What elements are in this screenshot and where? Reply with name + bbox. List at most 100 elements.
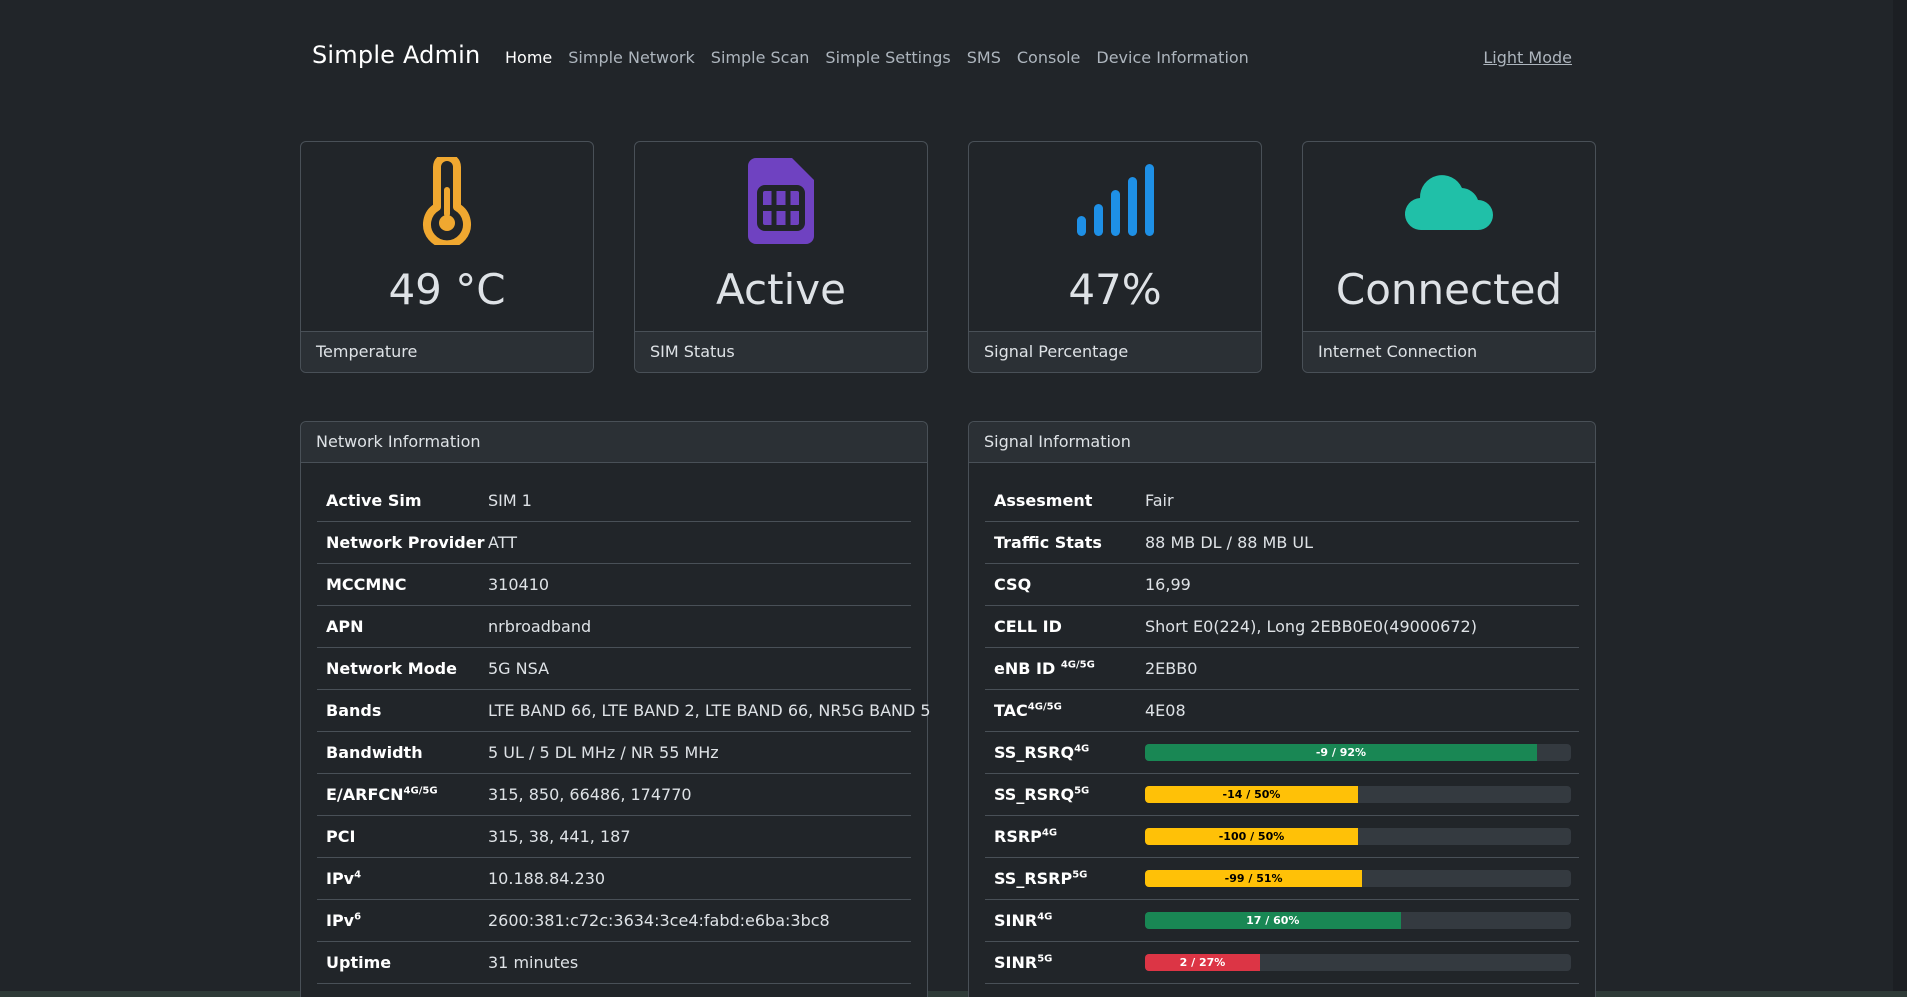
table-row: SS_RSRQ5G -14 / 50% (985, 774, 1579, 816)
light-mode-toggle[interactable]: Light Mode (1483, 48, 1572, 67)
window-bottom-edge (0, 991, 1907, 997)
row-label-text: TAC (994, 701, 1028, 720)
brand-title[interactable]: Simple Admin (312, 41, 480, 69)
table-row: eNB ID 4G/5G 2EBB0 (985, 648, 1579, 690)
sim-card-icon (635, 156, 927, 246)
network-information-title: Network Information (301, 422, 927, 463)
table-row: IPv4 10.188.84.230 (317, 858, 911, 900)
temperature-label: Temperature (301, 331, 593, 372)
row-label: SINR5G (994, 953, 1052, 972)
row-label-text: Active Sim (326, 491, 422, 510)
row-value: 2EBB0 (1145, 659, 1198, 678)
table-row: Network Mode 5G NSA (317, 648, 911, 690)
signal-progress-bar: -99 / 51% (1145, 870, 1363, 887)
temperature-card: 49 °C Temperature (300, 141, 594, 373)
table-row: SS_RSRQ4G -9 / 92% (985, 732, 1579, 774)
table-row: SINR5G 2 / 27% (985, 942, 1579, 984)
signal-percentage-value: 47% (1068, 265, 1162, 314)
row-value: 2600:381:c72c:3634:3ce4:fabd:e6ba:3bc8 (488, 911, 830, 930)
row-label: IPv4 (326, 869, 361, 888)
nav-link-sms[interactable]: SMS (967, 48, 1001, 67)
row-label: IPv6 (326, 911, 361, 930)
row-value: 315, 38, 441, 187 (488, 827, 631, 846)
row-value: LTE BAND 66, LTE BAND 2, LTE BAND 66, NR… (488, 701, 931, 720)
row-value: 31 minutes (488, 953, 579, 972)
row-label-superscript: 4G/5G (403, 785, 438, 797)
nav-link-home[interactable]: Home (505, 48, 552, 67)
row-label-superscript: 4G (1037, 911, 1053, 923)
row-label-text: Bands (326, 701, 382, 720)
nav-link-simple-scan[interactable]: Simple Scan (711, 48, 810, 67)
row-label-text: CELL ID (994, 617, 1062, 636)
row-label-text: Bandwidth (326, 743, 423, 762)
row-value: 16,99 (1145, 575, 1191, 594)
table-row: MCCMNC 310410 (317, 564, 911, 606)
table-row: Uptime 31 minutes (317, 942, 911, 984)
row-label-text: SS_RSRQ (994, 785, 1075, 804)
nav-link-device-information[interactable]: Device Information (1096, 48, 1248, 67)
row-label: SS_RSRQ4G (994, 743, 1089, 762)
signal-percentage-card: 47% Signal Percentage (968, 141, 1262, 373)
row-value: 4E08 (1145, 701, 1186, 720)
internet-connection-label: Internet Connection (1303, 331, 1595, 372)
row-label-text: MCCMNC (326, 575, 407, 594)
signal-progress-bar: 2 / 27% (1145, 954, 1261, 971)
nav-link-simple-settings[interactable]: Simple Settings (825, 48, 950, 67)
row-label-text: RSRP (994, 827, 1042, 846)
signal-progress: 2 / 27% (1145, 954, 1571, 971)
signal-progress: -9 / 92% (1145, 744, 1571, 761)
row-label-superscript: 5G (1074, 785, 1090, 797)
row-label-text: Network Provider (326, 533, 485, 552)
table-row: CSQ 16,99 (985, 564, 1579, 606)
row-label-superscript: 4G/5G (1060, 659, 1095, 671)
nav-link-console[interactable]: Console (1017, 48, 1081, 67)
internet-connection-value: Connected (1335, 265, 1563, 314)
signal-progress: 17 / 60% (1145, 912, 1571, 929)
row-value: 5G NSA (488, 659, 550, 678)
signal-progress-bar: -9 / 92% (1145, 744, 1537, 761)
signal-progress: -14 / 50% (1145, 786, 1571, 803)
row-label-text: Uptime (326, 953, 392, 972)
table-row: Active Sim SIM 1 (317, 480, 911, 522)
signal-progress-bar: 17 / 60% (1145, 912, 1401, 929)
table-row: Assesment Fair (985, 480, 1579, 522)
row-value: SIM 1 (488, 491, 532, 510)
row-label: TAC4G/5G (994, 701, 1062, 720)
table-row: APN nrbroadband (317, 606, 911, 648)
table-row: TAC4G/5G 4E08 (985, 690, 1579, 732)
row-label-text: SINR (994, 953, 1038, 972)
row-label-text: eNB ID (994, 659, 1061, 678)
row-label: E/ARFCN4G/5G (326, 785, 438, 804)
nav-link-simple-network[interactable]: Simple Network (568, 48, 695, 67)
cloud-icon (1303, 156, 1595, 246)
table-row: Network Provider ATT (317, 522, 911, 564)
table-row: Traffic Stats 88 MB DL / 88 MB UL (985, 522, 1579, 564)
row-label-superscript: 4 (354, 869, 362, 881)
row-label-text: SINR (994, 911, 1038, 930)
row-label-text: PCI (326, 827, 356, 846)
row-label-superscript: 4G (1041, 827, 1058, 839)
signal-percentage-label: Signal Percentage (969, 331, 1261, 372)
signal-information-table: Assesment Fair Traffic Stats 88 MB DL / 88 … (985, 480, 1579, 984)
table-row: SS_RSRP5G -99 / 51% (985, 858, 1579, 900)
signal-information-title: Signal Information (969, 422, 1595, 463)
table-row: CELL ID Short E0(224), Long 2EBB0E0(49000… (985, 606, 1579, 648)
signal-bars-icon (969, 156, 1261, 246)
row-label-text: IPv (326, 869, 355, 888)
thermometer-icon (301, 156, 593, 246)
row-label: SS_RSRP5G (994, 869, 1087, 888)
navbar: Simple Admin Home Simple Network Simple … (312, 38, 1572, 78)
row-label: Bands (326, 701, 381, 720)
table-row: PCI 315, 38, 441, 187 (317, 816, 911, 858)
table-row: SINR4G 17 / 60% (985, 900, 1579, 942)
row-label-text: SS_RSRP (994, 869, 1073, 888)
signal-progress: -99 / 51% (1145, 870, 1571, 887)
row-label: CELL ID (994, 617, 1062, 636)
signal-information-panel: Signal Information Assesment Fair Traffic … (968, 421, 1596, 997)
row-label: PCI (326, 827, 355, 846)
row-label: SINR4G (994, 911, 1052, 930)
table-row: IPv6 2600:381:c72c:3634:3ce4:fabd:e6ba:3b… (317, 900, 911, 942)
row-label-superscript: 6 (354, 911, 362, 923)
row-label: CSQ (994, 575, 1031, 594)
row-label: SS_RSRQ5G (994, 785, 1089, 804)
